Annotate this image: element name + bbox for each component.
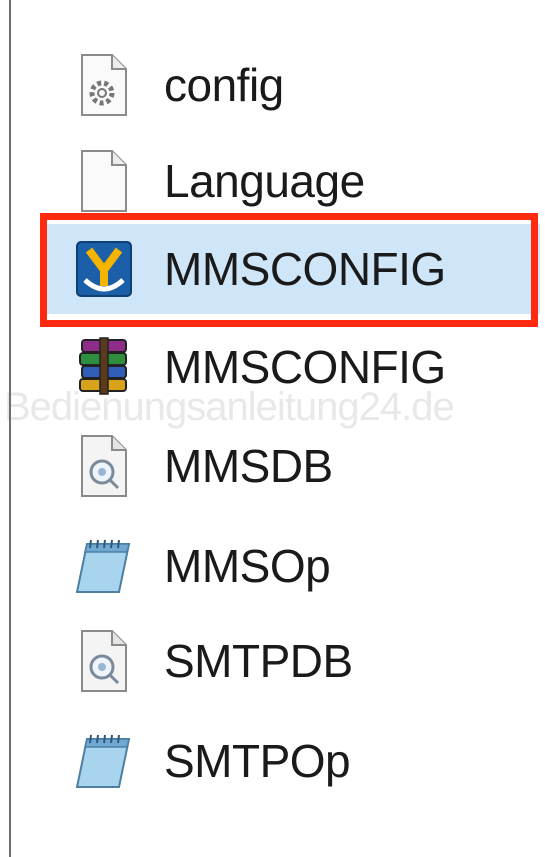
database-file-icon — [74, 626, 134, 696]
file-item-config[interactable]: config — [44, 40, 540, 130]
file-name: SMTPOp — [164, 735, 351, 787]
file-name: Language — [164, 155, 365, 207]
file-item-smtpdb[interactable]: SMTPDB — [44, 616, 540, 706]
file-item-language[interactable]: Language — [44, 136, 540, 226]
file-item-mmsop[interactable]: MMSOp — [44, 521, 540, 611]
file-item-mmsconfig-app[interactable]: MMSCONFIG — [44, 224, 540, 314]
file-name: MMSCONFIG — [164, 341, 446, 393]
winrar-archive-icon — [74, 332, 134, 402]
database-file-icon — [74, 431, 134, 501]
file-name: MMSCONFIG — [164, 243, 446, 295]
app-executable-icon — [74, 234, 134, 304]
file-name: MMSDB — [164, 440, 333, 492]
file-name: config — [164, 59, 284, 111]
file-item-mmsdb[interactable]: MMSDB — [44, 421, 540, 511]
file-item-mmsconfig-archive[interactable]: MMSCONFIG — [44, 322, 540, 412]
notepad-text-icon — [74, 531, 134, 601]
file-name: MMSOp — [164, 540, 331, 592]
notepad-text-icon — [74, 726, 134, 796]
settings-file-icon — [74, 50, 134, 120]
file-item-smtpop[interactable]: SMTPOp — [44, 716, 540, 806]
blank-file-icon — [74, 146, 134, 216]
file-name: SMTPDB — [164, 635, 353, 687]
file-list: config Language MMSCONFIG MMSCONFIG MMSD… — [0, 0, 545, 857]
